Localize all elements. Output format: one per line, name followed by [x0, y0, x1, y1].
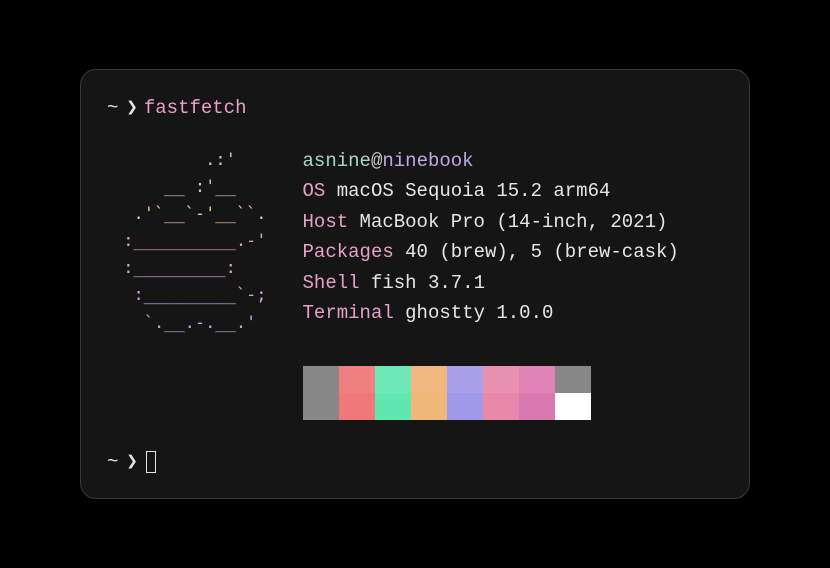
command-text: fastfetch	[144, 94, 247, 123]
prompt-arrow-icon: ❯	[126, 448, 137, 477]
ascii-line: .'`__`-'__``.	[113, 204, 267, 224]
user-host-line: asnine@ninebook	[303, 147, 679, 176]
ascii-line: `.__.-.__.'	[113, 313, 256, 333]
color-swatch	[375, 366, 411, 393]
ascii-line: :_________:	[113, 258, 236, 278]
color-swatch	[411, 366, 447, 393]
info-label: Host	[303, 211, 349, 233]
fastfetch-output: .:' __ :'__ .'`__`-'__``. :__________.-'…	[107, 147, 723, 420]
swatch-row-bright	[303, 393, 679, 420]
color-swatch	[447, 393, 483, 420]
color-swatch	[339, 366, 375, 393]
info-label: Terminal	[303, 302, 394, 324]
color-swatch	[519, 393, 555, 420]
prompt-path: ~	[107, 448, 118, 477]
color-swatch	[339, 393, 375, 420]
prompt-path: ~	[107, 94, 118, 123]
color-swatches	[303, 366, 679, 420]
color-swatch	[483, 366, 519, 393]
info-label: OS	[303, 180, 326, 202]
prompt-line-bottom[interactable]: ~ ❯	[107, 448, 156, 477]
color-swatch	[303, 366, 339, 393]
color-swatch	[303, 393, 339, 420]
info-value: macOS Sequoia 15.2 arm64	[325, 180, 610, 202]
prompt-arrow-icon: ❯	[126, 94, 137, 123]
ascii-line: :_________`-;	[113, 285, 267, 305]
os-row: OS macOS Sequoia 15.2 arm64	[303, 177, 679, 206]
terminal-window[interactable]: ~ ❯ fastfetch .:' __ :'__ .'`__`-'__``. …	[80, 69, 750, 499]
cursor-block	[146, 451, 156, 473]
color-swatch	[375, 393, 411, 420]
info-value: fish 3.7.1	[360, 272, 485, 294]
username: asnine	[303, 150, 371, 172]
color-swatch	[555, 393, 591, 420]
info-value: MacBook Pro (14-inch, 2021)	[348, 211, 667, 233]
at-separator: @	[371, 150, 382, 172]
info-value: 40 (brew), 5 (brew-cask)	[394, 241, 679, 263]
info-label: Shell	[303, 272, 360, 294]
color-swatch	[411, 393, 447, 420]
host-row: Host MacBook Pro (14-inch, 2021)	[303, 208, 679, 237]
color-swatch	[555, 366, 591, 393]
color-swatch	[519, 366, 555, 393]
packages-row: Packages 40 (brew), 5 (brew-cask)	[303, 238, 679, 267]
apple-ascii-logo: .:' __ :'__ .'`__`-'__``. :__________.-'…	[113, 147, 267, 420]
prompt-line-top: ~ ❯ fastfetch	[107, 94, 723, 123]
system-info: asnine@ninebook OS macOS Sequoia 15.2 ar…	[303, 147, 679, 420]
info-label: Packages	[303, 241, 394, 263]
color-swatch	[483, 393, 519, 420]
terminal-row: Terminal ghostty 1.0.0	[303, 299, 679, 328]
ascii-line: __ :'__	[113, 177, 236, 197]
shell-row: Shell fish 3.7.1	[303, 269, 679, 298]
ascii-line: :__________.-'	[113, 231, 267, 251]
color-swatch	[447, 366, 483, 393]
info-value: ghostty 1.0.0	[394, 302, 554, 324]
swatch-row-dark	[303, 366, 679, 393]
ascii-line: .:'	[113, 150, 236, 170]
hostname: ninebook	[382, 150, 473, 172]
